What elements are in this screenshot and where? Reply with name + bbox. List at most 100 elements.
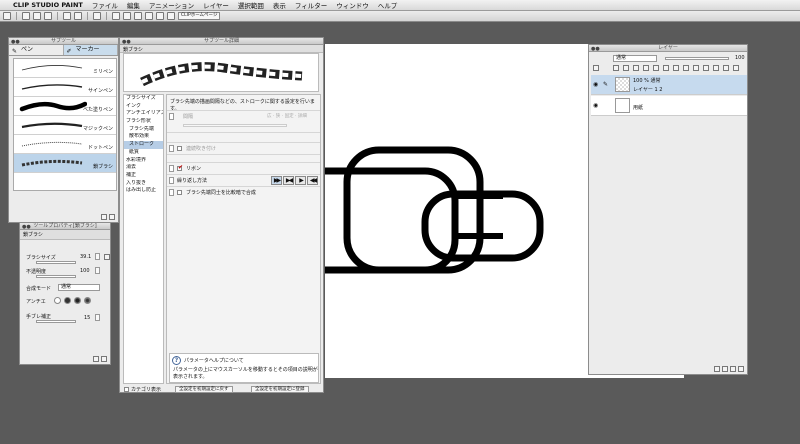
category-spray-effect[interactable]: 散布効果 (124, 133, 163, 141)
layer-menu-icon[interactable] (723, 65, 729, 71)
draft-layer-icon[interactable] (633, 65, 639, 71)
eye-icon[interactable]: ◉ (593, 81, 598, 88)
move-icon[interactable] (93, 12, 101, 20)
open-file-icon[interactable] (33, 12, 41, 20)
combine-darken-checkbox[interactable] (177, 190, 182, 195)
interval-mode[interactable]: 広 · 狭 · 固定 · 詳細 (267, 113, 307, 119)
category-stroke[interactable]: ストローク (124, 141, 163, 149)
category-antialias[interactable]: アンチエイリアス (124, 110, 163, 118)
new-layer-icon[interactable] (703, 65, 709, 71)
category-brush-size[interactable]: ブラシサイズ (124, 95, 163, 103)
lock-icon[interactable] (169, 177, 174, 184)
brush-item-dot-pen[interactable]: ドットペン (14, 135, 116, 154)
transform-icon[interactable] (134, 12, 142, 20)
menu-layer[interactable]: レイヤー (203, 0, 229, 10)
brush-item-magic-pen[interactable]: マジックペン (14, 116, 116, 135)
ribbon-checkbox[interactable]: ✔ (177, 164, 183, 171)
pen-layer-icon[interactable] (683, 65, 689, 71)
lock-icon[interactable] (169, 165, 174, 172)
save-icon[interactable] (44, 12, 52, 20)
tab-marker[interactable]: ✐ マーカー (63, 45, 118, 55)
panel-close-icon[interactable]: ●● (22, 224, 31, 230)
category-brush-shape[interactable]: ブラシ形状 (124, 118, 163, 126)
brush-item-milli-pen[interactable]: ミリペン (14, 59, 116, 78)
lock-icon[interactable] (169, 189, 174, 196)
layer-name[interactable]: レイヤー 1 2 (633, 86, 662, 93)
edit-pen-icon[interactable]: ✎ (603, 81, 608, 88)
repeat-random-button[interactable]: ◀◀ (307, 176, 318, 185)
tab-pen[interactable]: ✎ ペン (9, 45, 64, 55)
layer-item-layer12[interactable]: ◉ ✎ 100 % 通常 レイヤー 1 2 (591, 75, 747, 95)
gear-icon[interactable] (93, 356, 99, 362)
opacity-value[interactable]: 100 (80, 268, 90, 274)
opacity-slider[interactable] (36, 275, 76, 278)
menu-window[interactable]: ウィンドウ (336, 0, 369, 10)
reference-layer-icon[interactable] (623, 65, 629, 71)
category-prevent-overflow[interactable]: はみ出し防止 (124, 187, 163, 195)
new-file-icon[interactable] (22, 12, 30, 20)
menu-help[interactable]: ヘルプ (378, 0, 398, 10)
panel-close-icon[interactable]: ●● (591, 46, 600, 52)
menu-edit[interactable]: 編集 (127, 0, 140, 10)
delete-layer-icon[interactable] (733, 65, 739, 71)
category-display-checkbox[interactable] (124, 387, 129, 392)
stabilization-slider[interactable] (36, 320, 76, 323)
wrench-icon[interactable] (101, 356, 107, 362)
clip-layer-icon[interactable] (613, 65, 619, 71)
antialias-medium-option[interactable] (74, 297, 81, 304)
layer-trash-icon[interactable] (738, 366, 744, 372)
category-paper-texture[interactable]: 紙質 (124, 149, 163, 157)
brush-size-stepper[interactable] (95, 253, 100, 260)
antialias-none-option[interactable] (54, 297, 61, 304)
blend-mode-select[interactable]: 通常 (58, 284, 100, 291)
repeat-once-button[interactable]: ▶ (295, 176, 306, 185)
category-ink[interactable]: インク (124, 103, 163, 111)
category-starting-ending[interactable]: 入り抜き (124, 180, 163, 188)
clear-icon[interactable] (112, 12, 120, 20)
panel-close-icon[interactable]: ●● (122, 39, 131, 45)
menu-filter[interactable]: フィルター (295, 0, 327, 10)
menu-animation[interactable]: アニメーション (149, 0, 194, 10)
interval-slider[interactable] (183, 124, 287, 127)
layer-property-icon[interactable] (730, 366, 736, 372)
invert-selection-icon[interactable] (156, 12, 164, 20)
category-brush-tip[interactable]: ブラシ先端 (124, 126, 163, 134)
layer-lock-icon[interactable] (593, 65, 599, 71)
layer-opacity-slider[interactable] (665, 57, 729, 60)
antialias-weak-option[interactable] (64, 297, 71, 304)
antialias-strong-option[interactable] (84, 297, 91, 304)
brush-size-slider[interactable] (36, 261, 76, 264)
redo-icon[interactable] (74, 12, 82, 20)
brush-item-fill-pen[interactable]: べた塗りペン (14, 97, 116, 116)
menu-file[interactable]: ファイル (92, 0, 118, 10)
brush-size-value[interactable]: 39.1 (80, 254, 91, 260)
new-vector-layer-icon[interactable] (713, 65, 719, 71)
ruler-icon[interactable] (663, 65, 669, 71)
layer-blend-mode-select[interactable]: 通常 (613, 55, 657, 62)
selection-show-icon[interactable] (167, 12, 175, 20)
clip-homepage-button[interactable]: CLIPホームページ (178, 12, 221, 20)
brush-item-sign-pen[interactable]: サインペン (14, 78, 116, 97)
layer-opacity-value[interactable]: 100 (735, 55, 745, 61)
folder-icon[interactable] (693, 65, 699, 71)
lock-icon[interactable] (169, 145, 174, 152)
layer-search-icon[interactable] (722, 366, 728, 372)
copy-subtool-icon[interactable] (101, 214, 107, 220)
mask-icon[interactable] (653, 65, 659, 71)
app-name[interactable]: CLIP STUDIO PAINT (13, 1, 83, 9)
menu-selection[interactable]: 選択範囲 (238, 0, 264, 10)
undo-icon[interactable] (63, 12, 71, 20)
repeat-loop-button[interactable]: ▶▶ (271, 176, 282, 185)
opacity-stepper[interactable] (95, 267, 100, 274)
deselect-icon[interactable] (145, 12, 153, 20)
category-erase[interactable]: 消去 (124, 164, 163, 172)
app-icon[interactable] (3, 12, 11, 20)
continuous-spray-checkbox[interactable] (177, 146, 182, 151)
stabilization-value[interactable]: 15 (84, 315, 90, 321)
lock-transparency-icon[interactable] (643, 65, 649, 71)
layer-item-paper[interactable]: ◉ 用紙 (591, 96, 747, 116)
delete-subtool-icon[interactable] (109, 214, 115, 220)
reset-all-button[interactable]: 全設定を初期設定に戻す (175, 386, 233, 393)
menu-view[interactable]: 表示 (273, 0, 286, 10)
repeat-reverse-button[interactable]: ▶◀ (283, 176, 294, 185)
